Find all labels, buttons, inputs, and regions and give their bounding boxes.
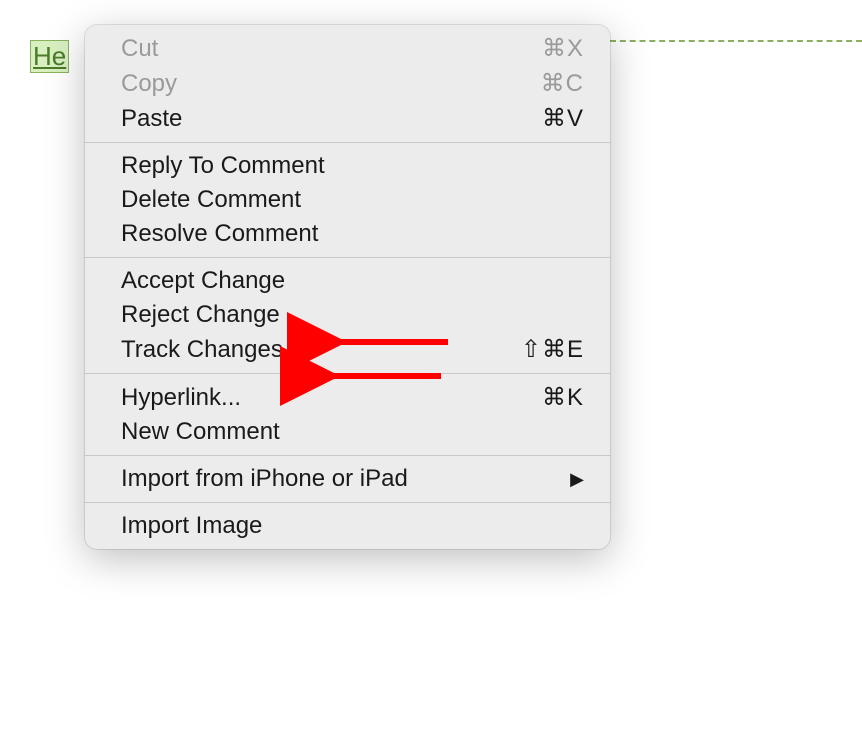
menu-separator <box>85 142 610 143</box>
submenu-arrow-icon: ▶ <box>570 469 584 490</box>
menu-label: Reject Change <box>121 301 584 329</box>
menu-separator <box>85 502 610 503</box>
comment-connector-line <box>610 40 862 42</box>
tracked-change-text[interactable]: He <box>30 40 69 73</box>
menu-label: Delete Comment <box>121 186 584 214</box>
menu-label: Import Image <box>121 512 584 540</box>
menu-item-accept-change[interactable]: Accept Change <box>85 264 610 298</box>
menu-item-copy[interactable]: Copy ⌘C <box>85 66 610 101</box>
menu-item-new-comment[interactable]: New Comment <box>85 415 610 449</box>
menu-item-delete-comment[interactable]: Delete Comment <box>85 183 610 217</box>
menu-label: Track Changes <box>121 336 521 364</box>
menu-label: Reply To Comment <box>121 152 584 180</box>
menu-item-hyperlink[interactable]: Hyperlink... ⌘K <box>85 380 610 415</box>
menu-separator <box>85 257 610 258</box>
menu-item-reply-comment[interactable]: Reply To Comment <box>85 149 610 183</box>
menu-shortcut: ⌘X <box>542 34 584 63</box>
menu-label: Import from iPhone or iPad <box>121 465 570 493</box>
menu-item-track-changes[interactable]: Track Changes ⇧⌘E <box>85 332 610 367</box>
context-menu: Cut ⌘X Copy ⌘C Paste ⌘V Reply To Comment… <box>85 25 610 549</box>
menu-item-import-image[interactable]: Import Image <box>85 509 610 543</box>
menu-label: Hyperlink... <box>121 384 542 412</box>
menu-label: Accept Change <box>121 267 584 295</box>
menu-item-cut[interactable]: Cut ⌘X <box>85 31 610 66</box>
menu-shortcut: ⌘K <box>542 383 584 412</box>
menu-shortcut: ⌘C <box>541 69 584 98</box>
menu-label: Resolve Comment <box>121 220 584 248</box>
menu-label: Copy <box>121 70 541 98</box>
menu-shortcut: ⌘V <box>542 104 584 133</box>
menu-separator <box>85 373 610 374</box>
menu-label: Paste <box>121 105 542 133</box>
menu-shortcut: ⇧⌘E <box>521 335 584 364</box>
menu-label: Cut <box>121 35 542 63</box>
menu-separator <box>85 455 610 456</box>
menu-item-paste[interactable]: Paste ⌘V <box>85 101 610 136</box>
menu-item-resolve-comment[interactable]: Resolve Comment <box>85 217 610 251</box>
menu-item-import-device[interactable]: Import from iPhone or iPad ▶ <box>85 462 610 496</box>
menu-item-reject-change[interactable]: Reject Change <box>85 298 610 332</box>
menu-label: New Comment <box>121 418 584 446</box>
